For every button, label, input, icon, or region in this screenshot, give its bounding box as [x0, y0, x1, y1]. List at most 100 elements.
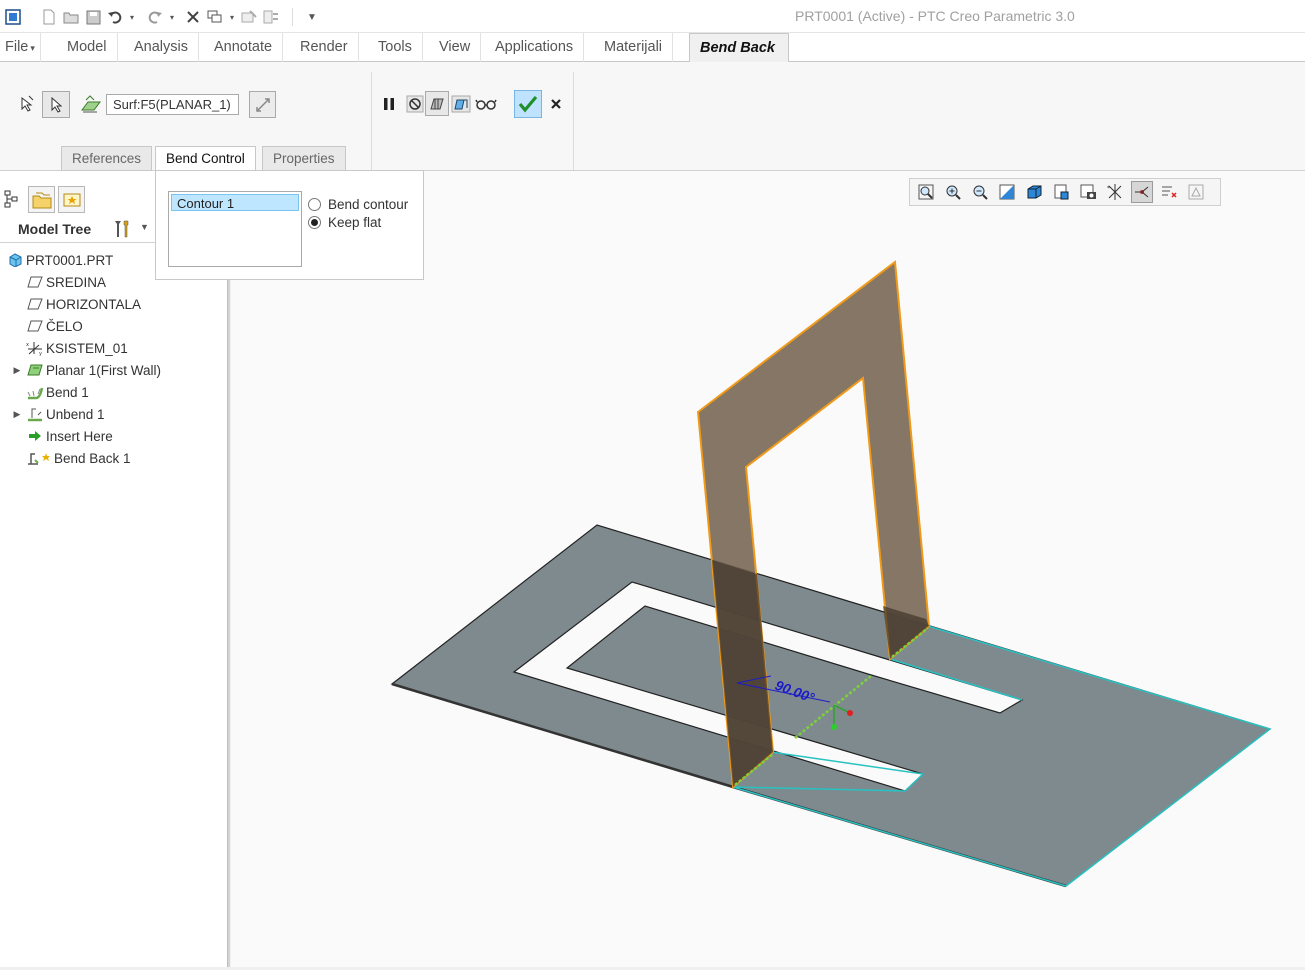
tab-applications[interactable]: Applications: [485, 33, 585, 62]
flip-direction-icon[interactable]: [249, 91, 276, 118]
cancel-button[interactable]: [544, 92, 568, 116]
navigator-pane: Model Tree ▼ PRT0001.PRT SREDINA HORIZON…: [0, 171, 227, 967]
tree-item-unbend[interactable]: ▶ Unbend 1: [0, 403, 105, 425]
tab-render[interactable]: Render: [290, 33, 359, 62]
undo-dropdown-icon[interactable]: ▾: [128, 8, 136, 26]
quick-access-toolbar: ▾ ▾ ▾ ▼: [4, 7, 325, 27]
spin-center-icon[interactable]: [1131, 181, 1153, 203]
radio-bend-contour[interactable]: Bend contour: [308, 197, 408, 212]
view-manager-icon[interactable]: [1077, 181, 1099, 203]
tab-bend-back[interactable]: Bend Back: [689, 33, 789, 63]
favorites-tab-icon[interactable]: [58, 186, 85, 213]
confirm-ok-button[interactable]: [514, 90, 542, 118]
regenerate-icon[interactable]: [184, 8, 202, 26]
datum-plane-icon: [26, 274, 44, 290]
ribbon-separator: [371, 72, 372, 170]
tab-analysis[interactable]: Analysis: [124, 33, 199, 62]
radio-button[interactable]: [308, 198, 321, 211]
repaint-icon[interactable]: [996, 181, 1018, 203]
list-item-contour[interactable]: Contour 1: [171, 194, 299, 211]
tree-item-label: Planar 1(First Wall): [46, 362, 162, 378]
saved-orientations-icon[interactable]: [1050, 181, 1072, 203]
file-dropdown-icon: ▾: [30, 43, 35, 53]
annotation-display-icon[interactable]: [1158, 181, 1180, 203]
tab-tools[interactable]: Tools: [368, 33, 423, 62]
radio-label: Keep flat: [328, 215, 382, 230]
no-preview-icon[interactable]: [403, 92, 427, 116]
tree-item-horizontala[interactable]: HORIZONTALA: [0, 293, 141, 315]
tab-bend-control[interactable]: Bend Control: [155, 146, 256, 172]
tree-item-ksistem[interactable]: xy KSISTEM_01: [0, 337, 128, 359]
tree-item-label: SREDINA: [46, 274, 107, 290]
graphics-window[interactable]: 90.00°: [231, 171, 1305, 967]
flat-sheet[interactable]: [390, 524, 1272, 887]
tree-settings-dropdown-icon[interactable]: ▼: [140, 222, 149, 232]
datum-display-icon[interactable]: *: [1104, 181, 1126, 203]
contour-list[interactable]: Contour 1: [168, 191, 302, 267]
model-viewport[interactable]: 90.00°: [231, 171, 1305, 967]
select-pointer-icon[interactable]: [42, 91, 70, 118]
select-geometry-icon[interactable]: [14, 92, 38, 116]
windows-dropdown-icon[interactable]: ▾: [228, 8, 236, 26]
graphics-toolbar: *: [909, 178, 1221, 206]
drag-handle-point[interactable]: [847, 710, 853, 716]
tree-item-insert-here[interactable]: Insert Here: [0, 425, 113, 447]
svg-text:y: y: [39, 351, 42, 356]
tree-item-label: KSISTEM_01: [46, 340, 128, 356]
tab-file[interactable]: File ▾: [0, 33, 41, 62]
zoom-in-icon[interactable]: [942, 181, 964, 203]
model-tree-tab-icon[interactable]: [4, 189, 20, 212]
new-file-icon[interactable]: [40, 8, 58, 26]
display-style-icon[interactable]: [1023, 181, 1045, 203]
switch-windows-icon[interactable]: [262, 8, 280, 26]
tree-item-planar[interactable]: ▶ Planar 1(First Wall): [0, 359, 161, 381]
verify-mode-glasses-icon[interactable]: [474, 92, 498, 116]
redo-dropdown-icon[interactable]: ▾: [168, 8, 176, 26]
bend-back-icon: [26, 450, 52, 466]
drag-handle-point[interactable]: [831, 724, 837, 730]
tree-item-celo[interactable]: ČELO: [0, 315, 83, 337]
radio-keep-flat[interactable]: Keep flat: [308, 215, 381, 230]
detached-preview-icon[interactable]: [449, 92, 473, 116]
open-folder-icon[interactable]: [62, 8, 80, 26]
unbend-icon: [26, 406, 44, 422]
tree-item-label: Insert Here: [46, 428, 113, 444]
expand-arrow-icon[interactable]: ▶: [11, 409, 23, 420]
tree-item-label: ČELO: [46, 318, 83, 334]
insert-here-arrow-icon: [26, 428, 44, 444]
refit-icon[interactable]: [915, 181, 937, 203]
pane-splitter[interactable]: [227, 171, 230, 967]
tree-item-label: Bend 1: [46, 384, 89, 400]
tab-materijali[interactable]: Materijali: [594, 33, 674, 62]
tree-settings-icon[interactable]: [112, 219, 132, 242]
pause-icon[interactable]: [377, 92, 401, 116]
expand-arrow-icon[interactable]: ▶: [11, 365, 23, 376]
customize-toolbar-icon[interactable]: ▼: [303, 8, 321, 26]
radio-button-selected[interactable]: [308, 216, 321, 229]
undo-icon[interactable]: [106, 8, 124, 26]
save-icon[interactable]: [84, 8, 102, 26]
tree-item-part[interactable]: PRT0001.PRT: [0, 249, 113, 271]
redo-icon[interactable]: [146, 8, 164, 26]
tab-model[interactable]: Model: [57, 33, 118, 62]
attached-preview-icon[interactable]: [425, 91, 449, 116]
fixed-geometry-surface-icon: [79, 92, 103, 116]
toolbar-separator: [292, 8, 293, 26]
tree-item-label: Bend Back 1: [54, 450, 131, 466]
close-window-icon[interactable]: [240, 8, 258, 26]
model-tree-label: Model Tree: [18, 221, 92, 237]
tab-view[interactable]: View: [429, 33, 482, 62]
appearance-icon[interactable]: [1185, 181, 1207, 203]
tab-annotate[interactable]: Annotate: [204, 33, 284, 62]
windows-icon[interactable]: [206, 8, 224, 26]
zoom-out-icon[interactable]: [969, 181, 991, 203]
tab-file-label: File: [5, 39, 29, 55]
fixed-geometry-field[interactable]: Surf:F5(PLANAR_1): [106, 94, 239, 115]
tab-properties[interactable]: Properties: [262, 146, 346, 171]
tab-references[interactable]: References: [61, 146, 153, 171]
tree-item-sredina[interactable]: SREDINA: [0, 271, 106, 293]
tree-item-bend[interactable]: Bend 1: [0, 381, 89, 403]
folder-browser-tab-icon[interactable]: [28, 186, 55, 213]
tree-item-bend-back[interactable]: Bend Back 1: [0, 447, 131, 469]
app-icon[interactable]: [4, 8, 22, 26]
